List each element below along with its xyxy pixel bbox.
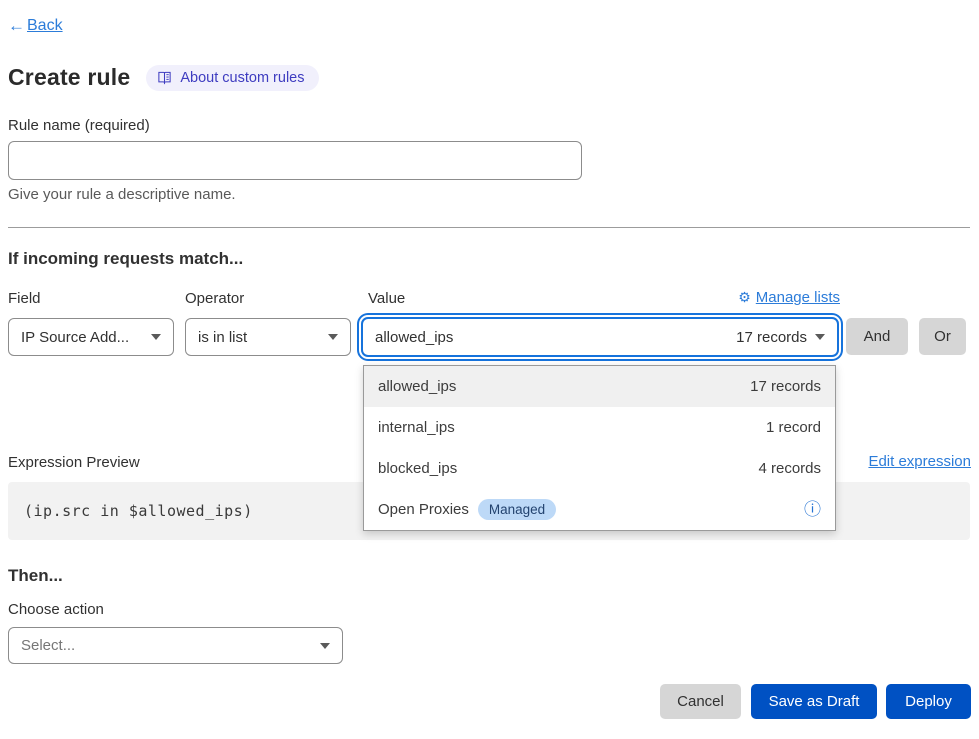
managed-badge: Managed bbox=[478, 499, 556, 520]
book-icon bbox=[157, 70, 172, 85]
chevron-down-icon bbox=[320, 643, 330, 649]
then-section-heading: Then... bbox=[8, 566, 63, 586]
list-name: allowed_ips bbox=[378, 378, 456, 395]
expression-code: (ip.src in $allowed_ips) bbox=[24, 502, 253, 520]
rule-name-label: Rule name (required) bbox=[8, 117, 150, 134]
edit-expression-link[interactable]: Edit expression bbox=[868, 453, 971, 470]
choose-action-label: Choose action bbox=[8, 601, 104, 618]
chevron-down-icon bbox=[815, 334, 825, 340]
back-link-label: Back bbox=[27, 17, 63, 35]
list-name: Open Proxies bbox=[378, 501, 469, 518]
action-select[interactable]: Select... bbox=[8, 627, 343, 664]
about-custom-rules-label: About custom rules bbox=[180, 70, 304, 86]
dropdown-item-allowed-ips[interactable]: allowed_ips 17 records bbox=[364, 366, 835, 407]
value-select[interactable]: allowed_ips 17 records bbox=[361, 317, 839, 357]
title-row: Create rule About custom rules bbox=[8, 64, 319, 91]
value-select-meta: 17 records bbox=[736, 329, 807, 346]
and-button[interactable]: And bbox=[846, 318, 908, 355]
chevron-down-icon bbox=[151, 334, 161, 340]
list-record-count: 4 records bbox=[758, 460, 821, 477]
or-button[interactable]: Or bbox=[919, 318, 966, 355]
list-name: blocked_ips bbox=[378, 460, 457, 477]
value-dropdown-panel: allowed_ips 17 records internal_ips 1 re… bbox=[363, 365, 836, 531]
expression-preview-label: Expression Preview bbox=[8, 454, 140, 471]
match-section-heading: If incoming requests match... bbox=[8, 249, 243, 269]
action-select-placeholder: Select... bbox=[21, 637, 75, 654]
value-label: Value bbox=[368, 290, 405, 307]
dropdown-item-blocked-ips[interactable]: blocked_ips 4 records bbox=[364, 448, 835, 489]
field-label: Field bbox=[8, 290, 41, 307]
info-icon[interactable]: ⓘ bbox=[804, 501, 821, 518]
field-select-value: IP Source Add... bbox=[21, 329, 129, 346]
section-divider bbox=[8, 227, 970, 228]
gear-icon: ⚙ bbox=[738, 289, 751, 306]
operator-select-value: is in list bbox=[198, 329, 247, 346]
list-name: internal_ips bbox=[378, 419, 455, 436]
cancel-button[interactable]: Cancel bbox=[660, 684, 741, 719]
dropdown-item-open-proxies[interactable]: Open Proxies Managed ⓘ bbox=[364, 489, 835, 530]
deploy-button[interactable]: Deploy bbox=[886, 684, 971, 719]
operator-select[interactable]: is in list bbox=[185, 318, 351, 356]
field-select[interactable]: IP Source Add... bbox=[8, 318, 174, 356]
value-select-name: allowed_ips bbox=[375, 329, 453, 346]
operator-label: Operator bbox=[185, 290, 244, 307]
manage-lists-link[interactable]: ⚙ Manage lists bbox=[738, 289, 840, 306]
manage-lists-label: Manage lists bbox=[756, 289, 840, 306]
rule-name-input[interactable] bbox=[8, 141, 582, 180]
chevron-down-icon bbox=[328, 334, 338, 340]
list-record-count: 1 record bbox=[766, 419, 821, 436]
back-link[interactable]: ←Back bbox=[8, 16, 63, 36]
save-as-draft-button[interactable]: Save as Draft bbox=[751, 684, 877, 719]
back-arrow-icon: ← bbox=[8, 16, 25, 36]
dropdown-item-internal-ips[interactable]: internal_ips 1 record bbox=[364, 407, 835, 448]
rule-name-helper: Give your rule a descriptive name. bbox=[8, 186, 236, 203]
about-custom-rules-link[interactable]: About custom rules bbox=[146, 65, 318, 91]
page-title: Create rule bbox=[8, 64, 130, 91]
list-record-count: 17 records bbox=[750, 378, 821, 395]
